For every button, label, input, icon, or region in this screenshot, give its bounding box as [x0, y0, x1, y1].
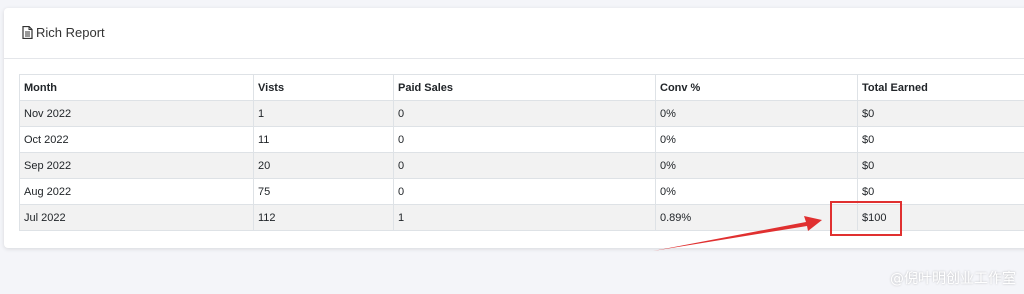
arrow-shape	[653, 216, 822, 251]
page: Rich Report Month Vists Paid Sales Conv …	[0, 0, 1024, 294]
annotation-arrow	[653, 216, 822, 251]
watermark: @倪叶明创业工作室	[890, 271, 1016, 287]
